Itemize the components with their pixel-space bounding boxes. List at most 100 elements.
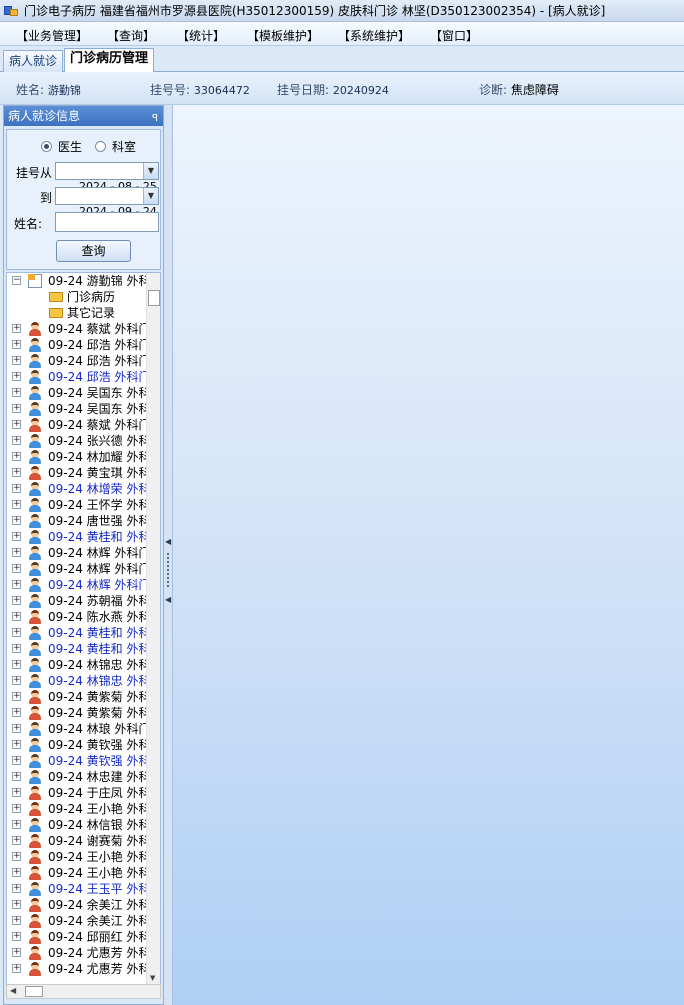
tree-row[interactable]: +09-24 林辉 外科门 <box>7 577 146 593</box>
menu-window[interactable]: 【窗口】 <box>430 26 478 44</box>
tree-row[interactable]: +09-24 林辉 外科门 <box>7 545 146 561</box>
tree-row[interactable]: +09-24 王怀学 外科 <box>7 497 146 513</box>
expand-icon[interactable]: + <box>12 884 21 893</box>
expand-icon[interactable]: + <box>12 420 21 429</box>
expand-icon[interactable]: + <box>12 788 21 797</box>
expand-icon[interactable]: + <box>12 452 21 461</box>
expand-icon[interactable]: + <box>12 532 21 541</box>
tree-row[interactable]: +09-24 黄钦强 外科 <box>7 737 146 753</box>
tree-row[interactable]: +09-24 于庄凤 外科 <box>7 785 146 801</box>
radio-doctor[interactable]: 医生 <box>41 138 82 155</box>
tree-root[interactable]: − 09-24 游勤锦 外科 <box>7 273 146 289</box>
tree-row[interactable]: +09-24 苏朝福 外科 <box>7 593 146 609</box>
expand-icon[interactable]: + <box>12 484 21 493</box>
expand-icon[interactable]: + <box>12 724 21 733</box>
expand-icon[interactable]: + <box>12 772 21 781</box>
expand-icon[interactable]: + <box>12 964 21 973</box>
tree-row[interactable]: +09-24 谢赛菊 外科 <box>7 833 146 849</box>
expand-icon[interactable]: + <box>12 596 21 605</box>
tree-row[interactable]: +09-24 王小艳 外科 <box>7 865 146 881</box>
expand-icon[interactable]: + <box>12 628 21 637</box>
expand-icon[interactable]: + <box>12 740 21 749</box>
tab-patient-visit[interactable]: 病人就诊 <box>3 50 64 72</box>
expand-icon[interactable]: + <box>12 820 21 829</box>
expand-icon[interactable]: + <box>12 388 21 397</box>
expand-icon[interactable]: + <box>12 516 21 525</box>
tree-row[interactable]: +09-24 尤惠芳 外科 <box>7 945 146 961</box>
menu-query[interactable]: 【查询】 <box>107 26 155 44</box>
tree-row[interactable]: +09-24 邱浩 外科门 <box>7 337 146 353</box>
expand-icon[interactable]: + <box>12 612 21 621</box>
expand-icon[interactable]: + <box>12 340 21 349</box>
expand-icon[interactable]: + <box>12 708 21 717</box>
expand-icon[interactable]: + <box>12 756 21 765</box>
tree-row[interactable]: +09-24 林锦忠 外科 <box>7 657 146 673</box>
expand-icon[interactable]: + <box>12 564 21 573</box>
tree-row[interactable]: +09-24 蔡斌 外科门 <box>7 417 146 433</box>
expand-icon[interactable]: + <box>12 916 21 925</box>
patient-tree[interactable]: − 09-24 游勤锦 外科 门诊病历 其它记录 +09-24 蔡斌 外科门 +0… <box>6 272 161 985</box>
tree-row[interactable]: +09-24 余美江 外科 <box>7 913 146 929</box>
expand-icon[interactable]: + <box>12 404 21 413</box>
collapse-left-icon[interactable]: ◀ <box>165 595 171 604</box>
pin-icon[interactable]: ꟼ <box>152 109 158 129</box>
tree-row[interactable]: +09-24 林琅 外科门 <box>7 721 146 737</box>
menu-statistics[interactable]: 【统计】 <box>177 26 225 44</box>
chevron-down-icon[interactable]: ▼ <box>143 163 158 179</box>
tree-row[interactable]: +09-24 黄紫菊 外科 <box>7 689 146 705</box>
tree-row[interactable]: +09-24 黄钦强 外科 <box>7 753 146 769</box>
menu-template[interactable]: 【模板维护】 <box>247 26 319 44</box>
scroll-left-icon[interactable]: ◀ <box>10 986 16 995</box>
tree-row[interactable]: +09-24 林忠建 外科 <box>7 769 146 785</box>
tree-row[interactable]: +09-24 邱丽红 外科 <box>7 929 146 945</box>
menu-business[interactable]: 【业务管理】 <box>16 26 88 44</box>
collapse-icon[interactable]: − <box>12 276 21 285</box>
expand-icon[interactable]: + <box>12 676 21 685</box>
tree-row[interactable]: +09-24 黄桂和 外科 <box>7 529 146 545</box>
radio-doctor-button[interactable] <box>41 141 52 152</box>
tree-row[interactable]: +09-24 黄宝琪 外科 <box>7 465 146 481</box>
name-input[interactable] <box>55 212 159 232</box>
expand-icon[interactable]: + <box>12 324 21 333</box>
expand-icon[interactable]: + <box>12 436 21 445</box>
tree-row[interactable]: +09-24 蔡斌 外科门 <box>7 321 146 337</box>
splitter[interactable]: ◀ ◀ <box>164 105 172 1005</box>
expand-icon[interactable]: + <box>12 804 21 813</box>
tree-row[interactable]: +09-24 尤惠芳 外科 <box>7 961 146 977</box>
expand-icon[interactable]: + <box>12 372 21 381</box>
tree-row[interactable]: +09-24 黄桂和 外科 <box>7 641 146 657</box>
radio-department-button[interactable] <box>95 141 106 152</box>
expand-icon[interactable]: + <box>12 868 21 877</box>
tree-row[interactable]: +09-24 唐世强 外科 <box>7 513 146 529</box>
expand-icon[interactable]: + <box>12 548 21 557</box>
expand-icon[interactable]: + <box>12 660 21 669</box>
tree-row[interactable]: +09-24 张兴德 外科 <box>7 433 146 449</box>
collapse-left-icon[interactable]: ◀ <box>165 537 171 546</box>
tree-child-other[interactable]: 其它记录 <box>7 305 146 321</box>
expand-icon[interactable]: + <box>12 580 21 589</box>
expand-icon[interactable]: + <box>12 644 21 653</box>
expand-icon[interactable]: + <box>12 500 21 509</box>
horizontal-scrollbar[interactable]: ◀ <box>6 984 161 999</box>
vertical-scrollbar[interactable]: ▼ <box>146 273 160 984</box>
tree-row[interactable]: +09-24 吴国东 外科 <box>7 385 146 401</box>
tree-row[interactable]: +09-24 邱浩 外科门 <box>7 369 146 385</box>
tree-row[interactable]: +09-24 陈水燕 外科 <box>7 609 146 625</box>
tree-row[interactable]: +09-24 余美江 外科 <box>7 897 146 913</box>
expand-icon[interactable]: + <box>12 852 21 861</box>
scroll-down-icon[interactable]: ▼ <box>150 974 155 982</box>
tree-row[interactable]: +09-24 黄紫菊 外科 <box>7 705 146 721</box>
tree-row[interactable]: +09-24 吴国东 外科 <box>7 401 146 417</box>
tab-record-management[interactable]: 门诊病历管理 <box>64 48 155 73</box>
radio-department[interactable]: 科室 <box>95 138 136 155</box>
grip-icon[interactable] <box>167 553 169 587</box>
query-button[interactable]: 查询 <box>56 240 131 262</box>
menu-system[interactable]: 【系统维护】 <box>338 26 410 44</box>
tree-row[interactable]: +09-24 林信银 外科 <box>7 817 146 833</box>
expand-icon[interactable]: + <box>12 900 21 909</box>
expand-icon[interactable]: + <box>12 836 21 845</box>
date-from-picker[interactable]: 2024 - 08 - 25 ▼ <box>55 162 159 193</box>
tree-row[interactable]: +09-24 林辉 外科门 <box>7 561 146 577</box>
scroll-thumb[interactable] <box>25 986 43 997</box>
tree-row[interactable]: +09-24 林增荣 外科 <box>7 481 146 497</box>
